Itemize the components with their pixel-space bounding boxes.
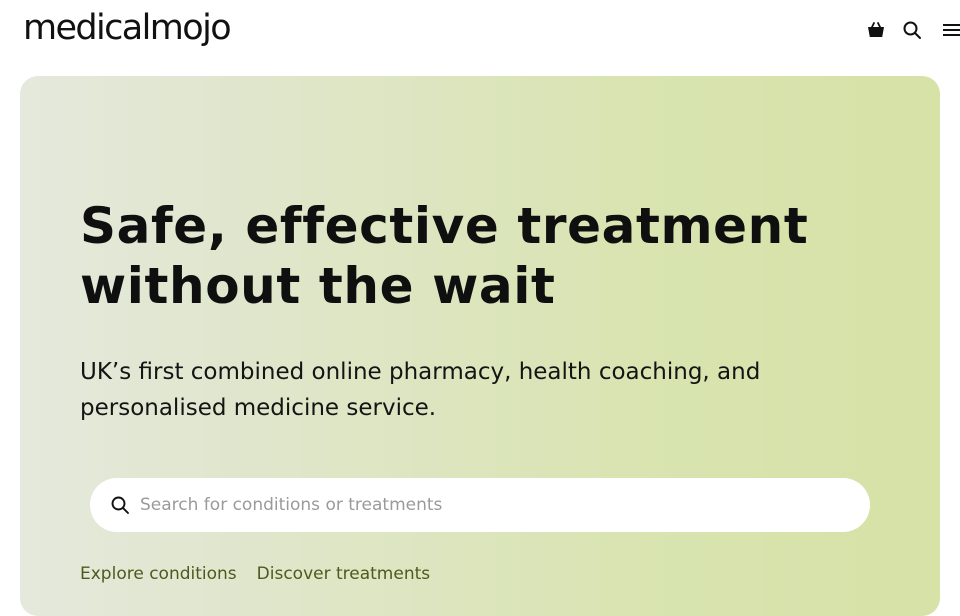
hero-subtitle: UK’s first combined online pharmacy, hea… — [80, 359, 761, 421]
menu-icon[interactable] — [940, 18, 960, 42]
search-field-icon — [110, 495, 130, 515]
logo[interactable]: medicalmojo — [23, 6, 232, 50]
hero-title: Safe, effective treatment without the wa… — [80, 197, 809, 315]
discover-treatments-link[interactable]: Discover treatments — [257, 563, 430, 585]
hero-links: Explore conditions Discover treatments — [80, 563, 430, 585]
search-bar[interactable] — [90, 478, 870, 532]
search-input[interactable] — [140, 490, 820, 520]
hero-section: Safe, effective treatment without the wa… — [20, 76, 940, 616]
search-icon[interactable] — [900, 18, 924, 42]
explore-conditions-link[interactable]: Explore conditions — [80, 563, 237, 585]
basket-icon[interactable] — [864, 18, 888, 42]
site-header: medicalmojo — [0, 0, 960, 60]
